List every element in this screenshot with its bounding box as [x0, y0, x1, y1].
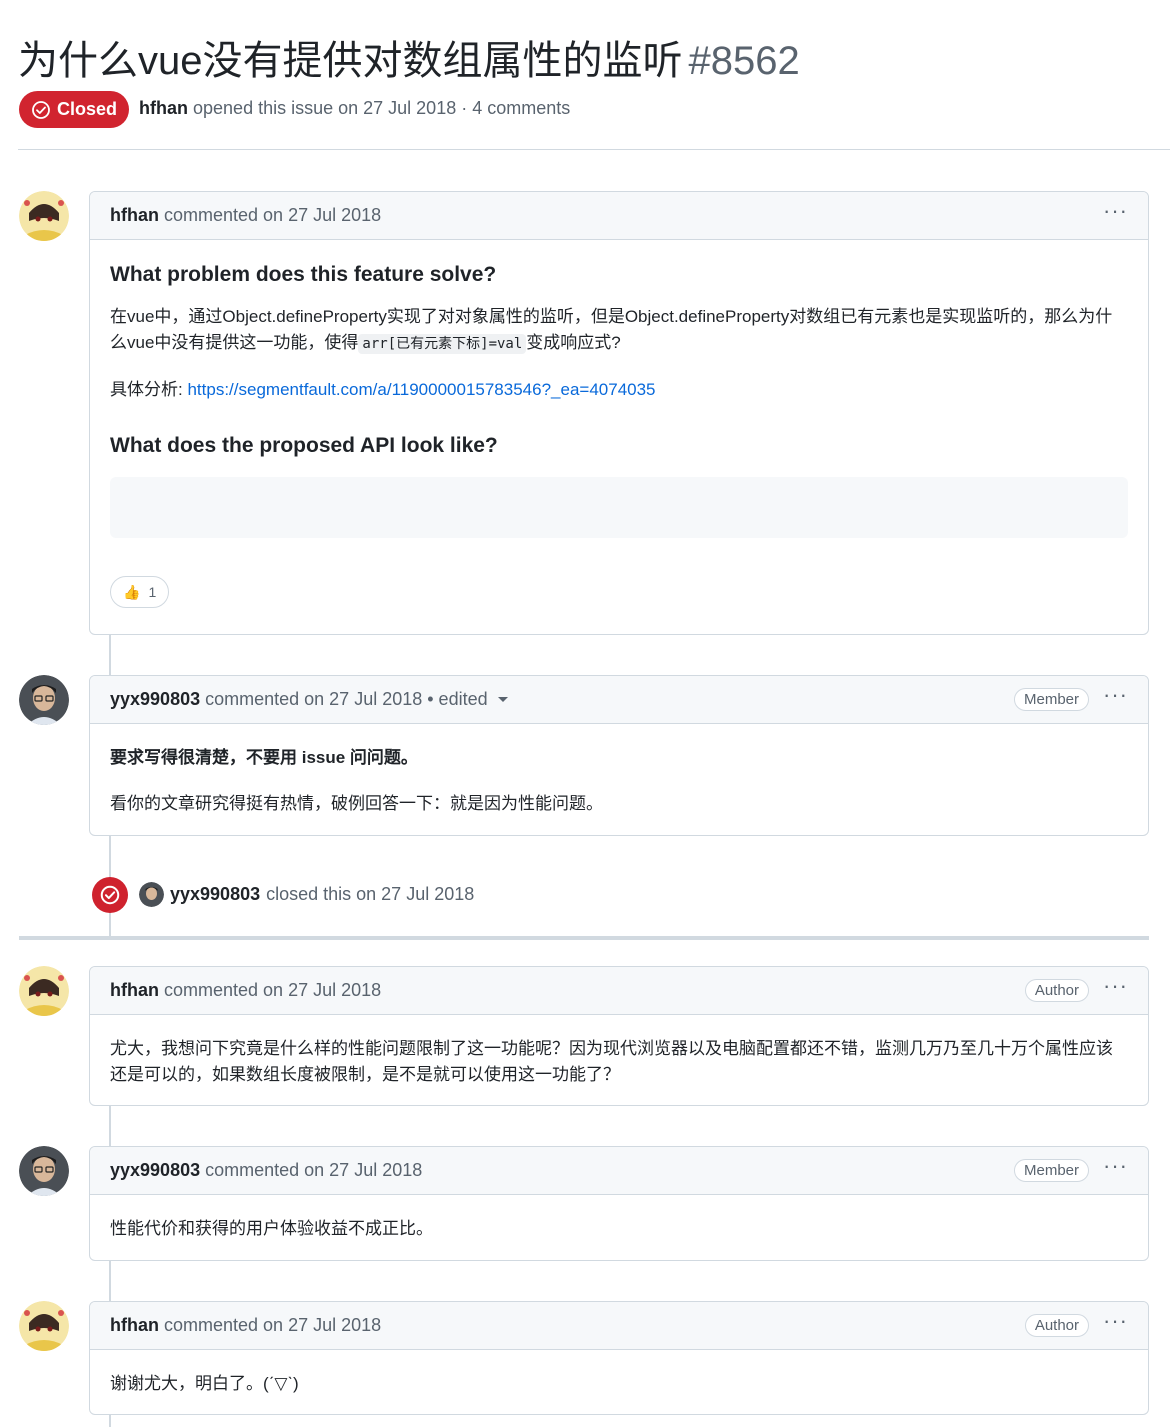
issue-state-label: Closed	[56, 99, 117, 119]
issue-author-link[interactable]: hfhan	[139, 98, 188, 118]
comment-options-kebab-icon[interactable]: ···	[1103, 1309, 1128, 1336]
analysis-paragraph: 具体分析: https://segmentfault.com/a/1190000…	[110, 377, 1128, 403]
comment-meta: commented on 27 Jul 2018	[164, 980, 382, 1000]
closed-event-icon	[92, 877, 128, 913]
comment-card: yyx990803 commented on 27 Jul 2018 Membe…	[89, 1146, 1149, 1261]
reaction-count: 1	[148, 584, 157, 600]
paragraph: 性能代价和获得的用户体验收益不成正比。	[110, 1219, 433, 1238]
comment-header: yyx990803 commented on 27 Jul 2018 • edi…	[90, 676, 1148, 724]
comment-card: yyx990803 commented on 27 Jul 2018 • edi…	[89, 675, 1149, 836]
issue-meta-text: opened this issue on 27 Jul 2018 · 4 com…	[193, 98, 571, 118]
avatar-image	[19, 1146, 69, 1196]
comment-body: 性能代价和获得的用户体验收益不成正比。	[90, 1195, 1148, 1260]
comment-author[interactable]: hfhan	[110, 1315, 159, 1336]
comment-meta: commented on 27 Jul 2018	[164, 1315, 382, 1335]
avatar-yyx990803[interactable]	[19, 675, 69, 725]
comment-meta: commented on 27 Jul 2018 • edited	[205, 689, 488, 709]
timeline-line	[109, 1414, 111, 1427]
issue-title-text: 为什么vue没有提供对数组属性的监听	[18, 39, 683, 83]
role-badge: Member	[1014, 688, 1090, 711]
comment-header: hfhan commented on 27 Jul 2018 ···	[90, 192, 1148, 240]
comment-body: 尤大，我想问下究竟是什么样的性能问题限制了这一功能呢？因为现代浏览器以及电脑配置…	[90, 1015, 1148, 1105]
event-text: closed this on 27 Jul 2018	[266, 884, 475, 904]
comment-header: hfhan commented on 27 Jul 2018 Author ··…	[90, 1302, 1148, 1350]
event-actor[interactable]: yyx990803	[170, 884, 260, 905]
comment-options-kebab-icon[interactable]: ···	[1103, 1154, 1128, 1181]
comment-header: hfhan commented on 27 Jul 2018 Author ··…	[90, 967, 1148, 1015]
comment-meta: commented on 27 Jul 2018	[164, 205, 382, 225]
paragraph: 谢谢尤大，明白了。(ˊ▽ˋ)	[110, 1374, 299, 1393]
comment-author[interactable]: hfhan	[110, 205, 159, 226]
issue-meta: hfhan opened this issue on 27 Jul 2018 ·…	[139, 98, 570, 119]
thumbs-up-icon: 👍	[123, 584, 141, 600]
edit-history-caret-icon[interactable]	[497, 697, 508, 702]
timeline-break-separator	[19, 936, 1149, 940]
avatar-yyx990803[interactable]	[19, 1146, 69, 1196]
closed-event: yyx990803 closed this on 27 Jul 2018	[139, 882, 474, 907]
issue-number: #8562	[688, 39, 800, 83]
paragraph: 尤大，我想问下究竟是什么样的性能问题限制了这一功能呢？因为现代浏览器以及电脑配置…	[110, 1039, 1113, 1084]
analysis-link[interactable]: https://segmentfault.com/a/1190000015783…	[187, 380, 655, 399]
comment-body: What problem does this feature solve? 在v…	[90, 240, 1148, 628]
reactions-bar: 👍 1	[110, 576, 1128, 608]
avatar-image	[19, 675, 69, 725]
avatar-image	[19, 966, 69, 1016]
closed-check-circle-icon	[100, 885, 120, 905]
avatar-hfhan[interactable]	[19, 966, 69, 1016]
comment-body: 要求写得很清楚，不要用 issue 问问题。 看你的文章研究得挺有热情，破例回答…	[90, 724, 1148, 835]
avatar-hfhan[interactable]	[19, 1301, 69, 1351]
role-badge: Author	[1024, 979, 1090, 1002]
comment-header: yyx990803 commented on 27 Jul 2018 Membe…	[90, 1147, 1148, 1195]
issue-title: 为什么vue没有提供对数组属性的监听 #8562	[18, 28, 800, 86]
role-badge: Member	[1014, 1159, 1090, 1182]
comment-options-kebab-icon[interactable]: ···	[1103, 974, 1128, 1001]
avatar-hfhan[interactable]	[19, 191, 69, 241]
issue-state-badge: Closed	[19, 91, 129, 128]
comment-author[interactable]: hfhan	[110, 980, 159, 1001]
role-badge: Author	[1024, 1314, 1090, 1337]
timeline-line	[109, 1105, 111, 1147]
empty-code-block	[110, 477, 1128, 538]
comment-card: hfhan commented on 27 Jul 2018 Author ··…	[89, 966, 1149, 1106]
bold-text: 要求写得很清楚，不要用 issue 问问题。	[110, 748, 418, 767]
closed-check-circle-icon	[32, 100, 50, 119]
paragraph-text: 变成响应式?	[526, 333, 621, 352]
timeline-line	[109, 634, 111, 676]
heading-api: What does the proposed API look like?	[110, 434, 498, 457]
inline-code: arr[已有元素下标]=val	[358, 334, 527, 354]
bold-line: 要求写得很清楚，不要用 issue 问问题。	[110, 745, 1128, 771]
comment-body: 谢谢尤大，明白了。(ˊ▽ˋ)	[90, 1350, 1148, 1414]
comment-author[interactable]: yyx990803	[110, 689, 200, 710]
comment-options-kebab-icon[interactable]: ···	[1103, 683, 1128, 710]
event-actor-avatar[interactable]	[139, 882, 164, 907]
header-divider	[18, 149, 1170, 150]
problem-paragraph: 在vue中，通过Object.defineProperty实现了对对象属性的监听…	[110, 304, 1128, 357]
avatar-image	[19, 191, 69, 241]
analysis-label: 具体分析:	[110, 380, 183, 399]
comment-meta: commented on 27 Jul 2018	[205, 1160, 423, 1180]
comment-author[interactable]: yyx990803	[110, 1160, 200, 1181]
comment-card: hfhan commented on 27 Jul 2018 Author ··…	[89, 1301, 1149, 1415]
avatar-image	[139, 882, 164, 907]
comment-card: hfhan commented on 27 Jul 2018 ··· What …	[89, 191, 1149, 635]
avatar-image	[19, 1301, 69, 1351]
timeline-line	[109, 1260, 111, 1302]
thumbs-up-reaction-button[interactable]: 👍 1	[110, 576, 170, 608]
heading-problem: What problem does this feature solve?	[110, 263, 497, 286]
comment-options-kebab-icon[interactable]: ···	[1103, 199, 1128, 226]
paragraph: 看你的文章研究得挺有热情，破例回答一下：就是因为性能问题。	[110, 794, 603, 813]
